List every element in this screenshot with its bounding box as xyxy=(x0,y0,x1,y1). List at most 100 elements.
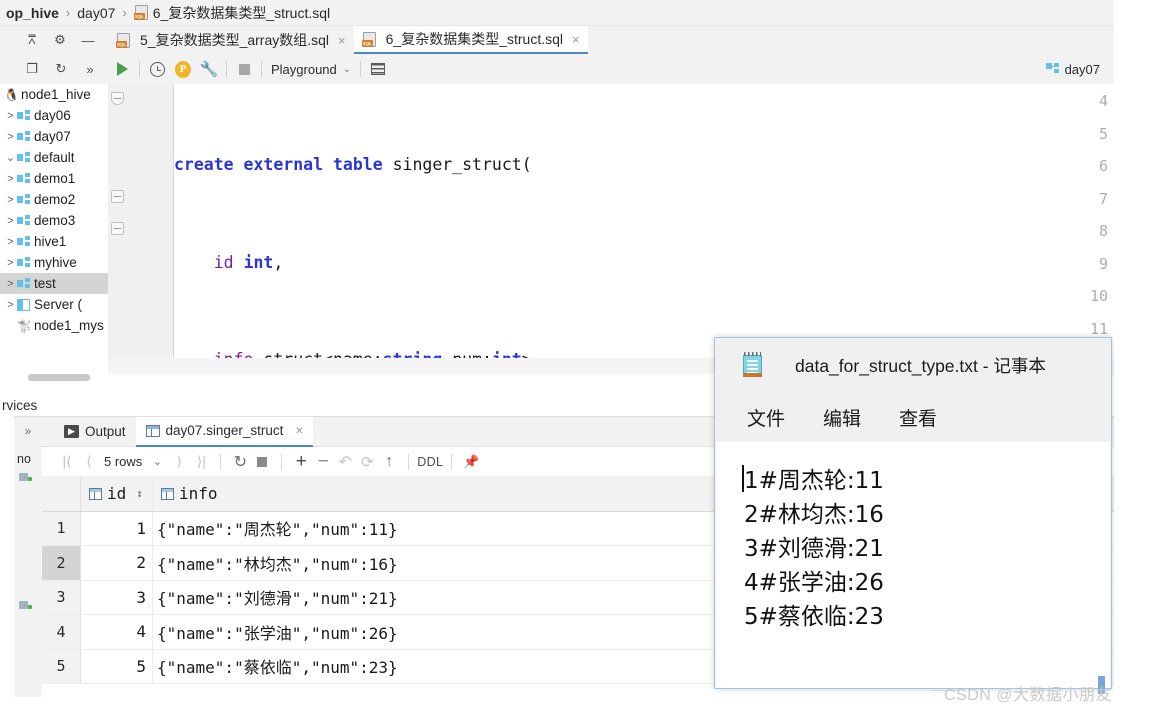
menu-edit[interactable]: 编辑 xyxy=(823,404,861,431)
menu-view[interactable]: 查看 xyxy=(899,404,937,431)
cell-id[interactable]: 3 xyxy=(81,580,153,614)
close-icon[interactable]: × xyxy=(338,33,346,48)
horizontal-scrollbar[interactable] xyxy=(28,374,90,381)
editor-tab-bar: ⩞ ⚙ — 5_复杂数据类型_array数组.sql × 6_复杂数据集类型_s… xyxy=(0,26,1114,54)
add-row-icon[interactable]: + xyxy=(290,451,312,473)
chevron-down-icon[interactable]: ⌄ xyxy=(4,151,17,164)
tree-item-day06[interactable]: > day06 xyxy=(0,105,108,126)
tab-struct-sql[interactable]: 6_复杂数据集类型_struct.sql × xyxy=(353,26,588,54)
prev-page-icon[interactable]: ⟨ xyxy=(78,451,100,473)
breadcrumb-item-project[interactable]: op_hive xyxy=(6,5,59,21)
notepad-title-bar[interactable]: data_for_struct_type.txt - 记事本 xyxy=(715,338,1111,392)
run-button[interactable] xyxy=(114,61,130,77)
submit-icon[interactable]: ⟳ xyxy=(356,451,378,473)
cell-id[interactable]: 5 xyxy=(81,649,153,683)
history-icon[interactable] xyxy=(149,61,165,77)
ddl-button[interactable]: DDL xyxy=(417,455,443,469)
breadcrumb-separator-icon: › xyxy=(65,5,71,20)
minimize-icon[interactable]: — xyxy=(80,32,96,48)
menu-file[interactable]: 文件 xyxy=(747,404,785,431)
close-icon[interactable]: × xyxy=(572,32,580,47)
notepad-text-area[interactable]: 1#周杰轮:11 2#林均杰:16 3#刘德滑:21 4#张学油:26 5#蔡依临:23 xyxy=(716,442,1110,688)
gear-icon[interactable]: ⚙ xyxy=(52,32,68,48)
first-page-icon[interactable]: |⟨ xyxy=(56,451,78,473)
delete-row-icon[interactable]: − xyxy=(312,451,334,473)
tree-node-mysql[interactable]: 🐩 node1_mys xyxy=(0,315,108,336)
chevron-right-icon[interactable]: > xyxy=(4,173,17,185)
sort-indicator-icon[interactable]: ↕ xyxy=(136,487,143,500)
chevron-right-icon[interactable]: > xyxy=(4,236,17,248)
chevron-right-icon[interactable]: > xyxy=(4,194,17,206)
rail-node-label[interactable]: no xyxy=(14,452,42,466)
tab-label: 5_复杂数据类型_array数组.sql xyxy=(140,32,330,48)
stop-icon[interactable] xyxy=(236,61,252,77)
sql-editor[interactable]: 4 5 6 7 8 9 10 11 create external table singer_… xyxy=(108,84,1114,374)
collapse-all-icon[interactable]: ⩞ xyxy=(24,32,40,48)
tree-root-node1-hive[interactable]: 🐧 node1_hive xyxy=(0,84,108,105)
upload-icon[interactable]: ↑ xyxy=(378,451,400,473)
schema-icon xyxy=(17,277,34,290)
code-fold-strip[interactable] xyxy=(153,84,174,374)
parameters-badge-icon[interactable]: P xyxy=(175,60,191,78)
wrench-icon[interactable]: 🔧 xyxy=(200,61,219,78)
expand-rail-icon[interactable]: » xyxy=(14,424,42,438)
breadcrumb-item-file[interactable]: 6_复杂数据集类型_struct.sql xyxy=(153,3,330,23)
breadcrumb-item-folder[interactable]: day07 xyxy=(77,5,115,21)
tree-item-default[interactable]: ⌄ default xyxy=(0,147,108,168)
copy-icon[interactable]: ❐ xyxy=(24,61,40,77)
fold-handle[interactable] xyxy=(111,92,124,105)
services-rail[interactable]: » no xyxy=(14,417,43,697)
chevron-right-icon[interactable]: > xyxy=(4,131,17,143)
cell-id[interactable]: 4 xyxy=(81,615,153,649)
refresh-icon[interactable]: ↻ xyxy=(53,61,69,77)
pin-icon[interactable]: 📌 xyxy=(460,451,482,473)
chevron-down-icon[interactable]: ⌄ xyxy=(146,451,168,473)
refresh-icon[interactable]: ↻ xyxy=(229,451,251,473)
last-page-icon[interactable]: ⟩| xyxy=(190,451,212,473)
notepad-line: 2#林均杰:16 xyxy=(744,502,884,528)
database-selector[interactable]: day07 xyxy=(1045,62,1114,77)
tree-item-server[interactable]: > Server ( xyxy=(0,294,108,315)
chevron-down-icon[interactable]: ⌄ xyxy=(343,64,351,75)
stop-icon[interactable] xyxy=(251,451,273,473)
fold-handle[interactable] xyxy=(111,222,124,235)
notepad-window[interactable]: data_for_struct_type.txt - 记事本 文件 编辑 查看 … xyxy=(714,337,1112,689)
fold-handle[interactable] xyxy=(111,190,124,203)
chevron-right-icon[interactable]: > xyxy=(4,215,17,227)
tab-singer-struct[interactable]: day07.singer_struct × xyxy=(135,416,314,447)
chevron-right-icon[interactable]: > xyxy=(4,299,17,311)
mysql-icon: 🐩 xyxy=(17,318,32,333)
session-selector[interactable]: Playground xyxy=(271,62,337,77)
tree-item-demo1[interactable]: > demo1 xyxy=(0,168,108,189)
code-content[interactable]: create external table singer_struct( id … xyxy=(174,84,1114,374)
toolbar-divider xyxy=(220,453,222,470)
chevron-right-icon[interactable]: > xyxy=(4,278,17,290)
tree-item-demo3[interactable]: > demo3 xyxy=(0,210,108,231)
revert-icon[interactable]: ↶ xyxy=(334,451,356,473)
panel-secondary-tools: ❐ ↻ » xyxy=(0,54,108,84)
more-options-icon[interactable]: » xyxy=(82,61,98,77)
tree-label: node1_mys xyxy=(34,318,104,333)
close-icon[interactable]: × xyxy=(295,423,303,438)
tree-label: hive1 xyxy=(34,234,67,249)
toolbar-divider xyxy=(139,61,140,77)
database-tree[interactable]: 🐧 node1_hive > day06 > day07 ⌄ default > demo1 >… xyxy=(0,84,109,374)
tree-item-demo2[interactable]: > demo2 xyxy=(0,189,108,210)
tab-array-sql[interactable]: 5_复杂数据类型_array数组.sql × xyxy=(108,26,354,54)
cell-id[interactable]: 2 xyxy=(81,546,153,580)
chevron-right-icon[interactable]: > xyxy=(4,257,17,269)
output-format-icon[interactable] xyxy=(370,61,386,77)
cell-id[interactable]: 1 xyxy=(81,511,153,545)
chevron-right-icon[interactable]: > xyxy=(4,110,17,122)
tree-label: Server ( xyxy=(34,297,83,312)
column-header-id[interactable]: id ↕ xyxy=(81,477,153,511)
next-page-icon[interactable]: ⟩ xyxy=(168,451,190,473)
play-icon xyxy=(116,62,128,76)
tree-item-myhive[interactable]: > myhive xyxy=(0,252,108,273)
tree-item-test[interactable]: > test xyxy=(0,273,108,294)
tree-label: demo1 xyxy=(34,171,76,186)
tab-output[interactable]: ▶ Output xyxy=(54,417,136,447)
tree-item-day07[interactable]: > day07 xyxy=(0,126,108,147)
row-count-label[interactable]: 5 rows xyxy=(104,454,142,469)
tree-item-hive1[interactable]: > hive1 xyxy=(0,231,108,252)
